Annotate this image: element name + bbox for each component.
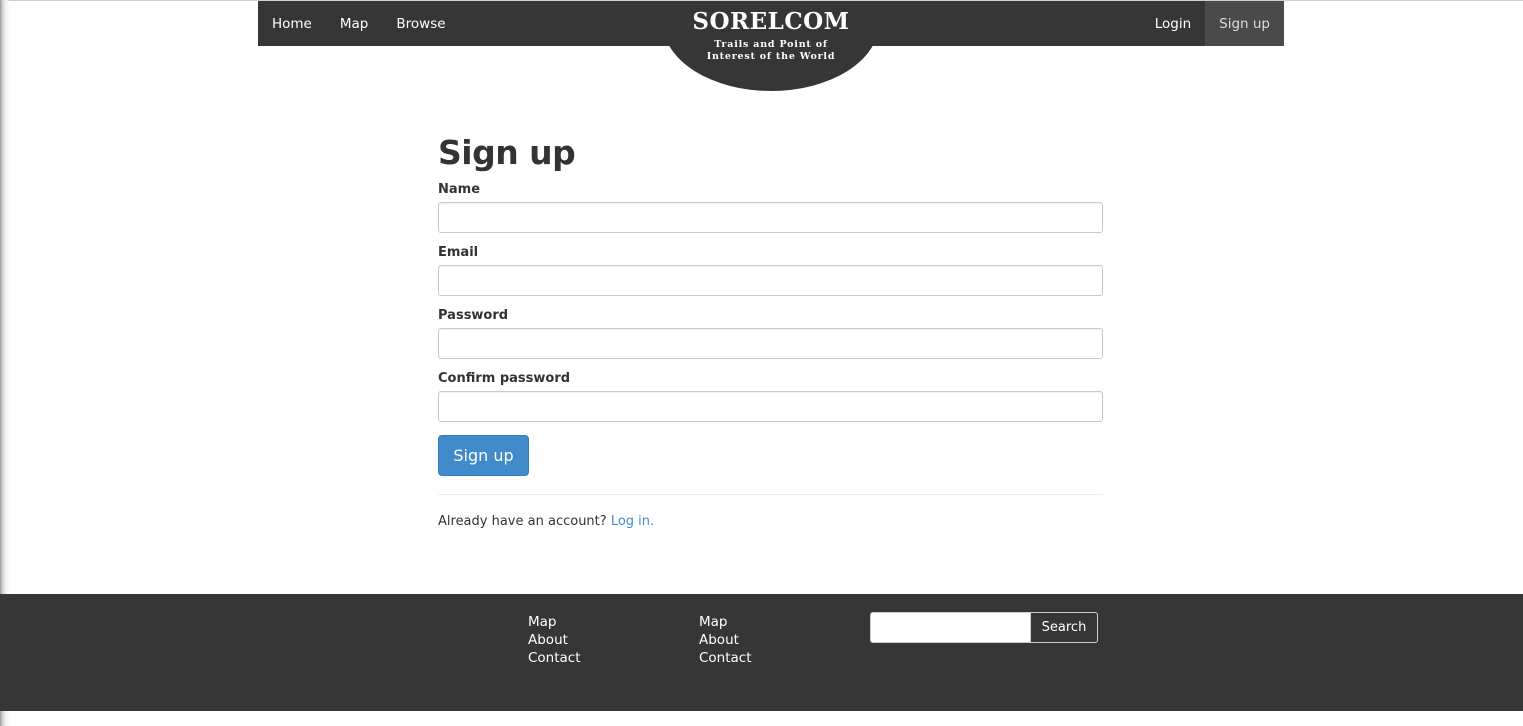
nav-browse-link[interactable]: Browse — [382, 1, 459, 46]
login-prompt-text: Already have an account? — [438, 514, 607, 529]
footer-search-input[interactable] — [870, 612, 1031, 643]
password-label: Password — [438, 308, 509, 323]
footer-links-column-1: Map About Contact — [528, 613, 581, 667]
footer-links-column-2: Map About Contact — [699, 613, 752, 667]
footer-search-button[interactable]: Search — [1031, 612, 1098, 643]
nav-map-link[interactable]: Map — [326, 1, 383, 46]
name-input[interactable] — [438, 202, 1103, 233]
password-input[interactable] — [438, 328, 1103, 359]
site-logo-title: SORELCOM — [692, 8, 850, 35]
confirm-password-input[interactable] — [438, 391, 1103, 422]
footer-contact-link[interactable]: Contact — [699, 649, 752, 667]
site-logo-tagline: Trails and Point of Interest of the Worl… — [706, 39, 836, 62]
signup-form: Name Email Password Confirm password Sig… — [438, 182, 1103, 476]
footer-search-form: Search — [870, 612, 1098, 643]
nav-left-menu: Home Map Browse — [258, 1, 460, 46]
nav-login-link[interactable]: Login — [1141, 1, 1205, 46]
site-footer: Map About Contact Map About Contact Sear… — [0, 594, 1523, 711]
email-form-group: Email — [438, 245, 1103, 296]
site-logo[interactable]: SORELCOM Trails and Point of Interest of… — [663, 1, 879, 91]
password-form-group: Password — [438, 308, 1103, 359]
login-prompt: Already have an account? Log in. — [438, 514, 1103, 529]
email-label: Email — [438, 245, 479, 260]
email-input[interactable] — [438, 265, 1103, 296]
nav-signup-link[interactable]: Sign up — [1205, 1, 1284, 46]
footer-about-link[interactable]: About — [528, 631, 581, 649]
nav-right-menu: Login Sign up — [1141, 1, 1284, 46]
name-label: Name — [438, 182, 481, 197]
login-link[interactable]: Log in. — [611, 514, 654, 529]
signup-form-container: Sign up Name Email Password Confirm pass… — [438, 130, 1103, 529]
signup-submit-button[interactable]: Sign up — [438, 435, 529, 476]
footer-map-link[interactable]: Map — [699, 613, 752, 631]
page-title: Sign up — [438, 133, 576, 172]
footer-about-link[interactable]: About — [699, 631, 752, 649]
nav-home-link[interactable]: Home — [258, 1, 326, 46]
confirm-password-label: Confirm password — [438, 371, 571, 386]
form-divider — [438, 494, 1103, 495]
confirm-password-form-group: Confirm password — [438, 371, 1103, 422]
footer-map-link[interactable]: Map — [528, 613, 581, 631]
name-form-group: Name — [438, 182, 1103, 233]
footer-contact-link[interactable]: Contact — [528, 649, 581, 667]
